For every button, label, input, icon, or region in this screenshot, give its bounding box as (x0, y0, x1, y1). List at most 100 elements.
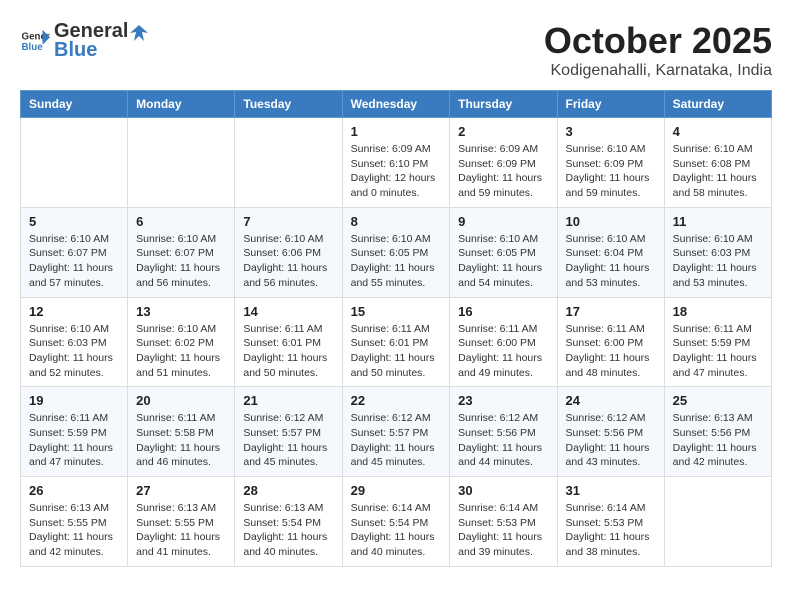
calendar-day-4: 4Sunrise: 6:10 AM Sunset: 6:08 PM Daylig… (664, 118, 771, 208)
day-info: Sunrise: 6:12 AM Sunset: 5:57 PM Dayligh… (243, 411, 333, 470)
calendar-day-28: 28Sunrise: 6:13 AM Sunset: 5:54 PM Dayli… (235, 477, 342, 567)
day-info: Sunrise: 6:12 AM Sunset: 5:57 PM Dayligh… (351, 411, 442, 470)
day-info: Sunrise: 6:13 AM Sunset: 5:55 PM Dayligh… (29, 501, 119, 560)
day-info: Sunrise: 6:11 AM Sunset: 6:00 PM Dayligh… (566, 322, 656, 381)
calendar-day-10: 10 Sunrise: 6:10 AM Sunset: 6:04 PM Dayli… (557, 207, 664, 297)
month-title: October 2025 (544, 20, 772, 62)
day-info: Sunrise: 6:10 AM Sunset: 6:05 PM Dayligh… (458, 232, 548, 291)
day-number: 27 (136, 483, 226, 498)
weekday-header-tuesday: Tuesday (235, 91, 342, 118)
calendar-day-11: 11 Sunrise: 6:10 AM Sunset: 6:03 PM Dayli… (664, 207, 771, 297)
calendar-day-5: 5 Sunrise: 6:10 AM Sunset: 6:07 PM Daylig… (21, 207, 128, 297)
day-info: Sunrise: 6:10 AM Sunset: 6:04 PM Dayligh… (566, 232, 656, 291)
weekday-header-saturday: Saturday (664, 91, 771, 118)
calendar-day-12: 12 Sunrise: 6:10 AM Sunset: 6:03 PM Dayli… (21, 297, 128, 387)
calendar-week-row: 12 Sunrise: 6:10 AM Sunset: 6:03 PM Dayli… (21, 297, 772, 387)
calendar-day-3: 3 Sunrise: 6:10 AM Sunset: 6:09 PM Daylig… (557, 118, 664, 208)
calendar-day-2: 2 Sunrise: 6:09 AM Sunset: 6:09 PM Daylig… (450, 118, 557, 208)
day-info: Sunrise: 6:10 AM Sunset: 6:03 PM Dayligh… (673, 232, 763, 291)
calendar-day-29: 29 Sunrise: 6:14 AM Sunset: 5:54 PM Dayli… (342, 477, 450, 567)
day-number: 23 (458, 393, 548, 408)
day-info: Sunrise: 6:11 AM Sunset: 5:59 PM Dayligh… (29, 411, 119, 470)
day-info: Sunrise: 6:14 AM Sunset: 5:53 PM Dayligh… (458, 501, 548, 560)
day-info: Sunrise: 6:10 AM Sunset: 6:06 PM Dayligh… (243, 232, 333, 291)
day-number: 31 (566, 483, 656, 498)
day-info: Sunrise: 6:10 AM Sunset: 6:07 PM Dayligh… (136, 232, 226, 291)
calendar-week-row: 26 Sunrise: 6:13 AM Sunset: 5:55 PM Dayli… (21, 477, 772, 567)
calendar-day-14: 14Sunrise: 6:11 AM Sunset: 6:01 PM Dayli… (235, 297, 342, 387)
calendar-day-27: 27 Sunrise: 6:13 AM Sunset: 5:55 PM Dayli… (128, 477, 235, 567)
day-number: 28 (243, 483, 333, 498)
day-number: 26 (29, 483, 119, 498)
calendar-day-6: 6Sunrise: 6:10 AM Sunset: 6:07 PM Daylig… (128, 207, 235, 297)
day-number: 22 (351, 393, 442, 408)
calendar-day-23: 23 Sunrise: 6:12 AM Sunset: 5:56 PM Dayli… (450, 387, 557, 477)
day-info: Sunrise: 6:11 AM Sunset: 6:00 PM Dayligh… (458, 322, 548, 381)
day-number: 17 (566, 304, 656, 319)
day-info: Sunrise: 6:10 AM Sunset: 6:07 PM Dayligh… (29, 232, 119, 291)
day-number: 11 (673, 214, 763, 229)
calendar-week-row: 5 Sunrise: 6:10 AM Sunset: 6:07 PM Daylig… (21, 207, 772, 297)
weekday-header-sunday: Sunday (21, 91, 128, 118)
day-number: 30 (458, 483, 548, 498)
day-info: Sunrise: 6:12 AM Sunset: 5:56 PM Dayligh… (566, 411, 656, 470)
day-number: 8 (351, 214, 442, 229)
day-info: Sunrise: 6:09 AM Sunset: 6:09 PM Dayligh… (458, 142, 548, 201)
subtitle: Kodigenahalli, Karnataka, India (544, 62, 772, 80)
calendar-day-30: 30 Sunrise: 6:14 AM Sunset: 5:53 PM Dayli… (450, 477, 557, 567)
day-number: 24 (566, 393, 656, 408)
day-info: Sunrise: 6:11 AM Sunset: 5:58 PM Dayligh… (136, 411, 226, 470)
calendar-day-21: 21 Sunrise: 6:12 AM Sunset: 5:57 PM Dayli… (235, 387, 342, 477)
day-info: Sunrise: 6:10 AM Sunset: 6:03 PM Dayligh… (29, 322, 119, 381)
calendar-day-1: 1Sunrise: 6:09 AM Sunset: 6:10 PM Daylig… (342, 118, 450, 208)
calendar: SundayMondayTuesdayWednesdayThursdayFrid… (20, 90, 772, 567)
logo-icon: General Blue (20, 26, 50, 56)
weekday-header-wednesday: Wednesday (342, 91, 450, 118)
calendar-day-15: 15 Sunrise: 6:11 AM Sunset: 6:01 PM Dayli… (342, 297, 450, 387)
day-number: 2 (458, 124, 548, 139)
day-info: Sunrise: 6:14 AM Sunset: 5:54 PM Dayligh… (351, 501, 442, 560)
day-number: 29 (351, 483, 442, 498)
day-info: Sunrise: 6:10 AM Sunset: 6:09 PM Dayligh… (566, 142, 656, 201)
calendar-empty-cell (664, 477, 771, 567)
calendar-day-31: 31 Sunrise: 6:14 AM Sunset: 5:53 PM Dayli… (557, 477, 664, 567)
logo: General Blue General Blue (20, 20, 148, 62)
calendar-day-22: 22 Sunrise: 6:12 AM Sunset: 5:57 PM Dayli… (342, 387, 450, 477)
calendar-day-18: 18Sunrise: 6:11 AM Sunset: 5:59 PM Dayli… (664, 297, 771, 387)
day-number: 15 (351, 304, 442, 319)
day-info: Sunrise: 6:14 AM Sunset: 5:53 PM Dayligh… (566, 501, 656, 560)
day-number: 19 (29, 393, 119, 408)
day-info: Sunrise: 6:12 AM Sunset: 5:56 PM Dayligh… (458, 411, 548, 470)
day-info: Sunrise: 6:11 AM Sunset: 6:01 PM Dayligh… (351, 322, 442, 381)
day-number: 10 (566, 214, 656, 229)
day-number: 21 (243, 393, 333, 408)
calendar-day-17: 17 Sunrise: 6:11 AM Sunset: 6:00 PM Dayli… (557, 297, 664, 387)
day-number: 16 (458, 304, 548, 319)
day-info: Sunrise: 6:13 AM Sunset: 5:55 PM Dayligh… (136, 501, 226, 560)
calendar-day-13: 13Sunrise: 6:10 AM Sunset: 6:02 PM Dayli… (128, 297, 235, 387)
svg-text:Blue: Blue (22, 42, 44, 53)
day-info: Sunrise: 6:13 AM Sunset: 5:56 PM Dayligh… (673, 411, 763, 470)
calendar-empty-cell (21, 118, 128, 208)
logo-bird-icon (130, 23, 148, 41)
day-number: 12 (29, 304, 119, 319)
day-number: 9 (458, 214, 548, 229)
day-number: 5 (29, 214, 119, 229)
calendar-week-row: 19 Sunrise: 6:11 AM Sunset: 5:59 PM Dayli… (21, 387, 772, 477)
calendar-day-24: 24 Sunrise: 6:12 AM Sunset: 5:56 PM Dayli… (557, 387, 664, 477)
day-number: 14 (243, 304, 333, 319)
day-number: 7 (243, 214, 333, 229)
calendar-day-7: 7 Sunrise: 6:10 AM Sunset: 6:06 PM Daylig… (235, 207, 342, 297)
day-number: 1 (351, 124, 442, 139)
title-area: October 2025 Kodigenahalli, Karnataka, I… (544, 20, 772, 80)
calendar-day-25: 25 Sunrise: 6:13 AM Sunset: 5:56 PM Dayli… (664, 387, 771, 477)
day-number: 3 (566, 124, 656, 139)
calendar-week-row: 1Sunrise: 6:09 AM Sunset: 6:10 PM Daylig… (21, 118, 772, 208)
day-number: 25 (673, 393, 763, 408)
calendar-day-19: 19 Sunrise: 6:11 AM Sunset: 5:59 PM Dayli… (21, 387, 128, 477)
calendar-day-9: 9 Sunrise: 6:10 AM Sunset: 6:05 PM Daylig… (450, 207, 557, 297)
calendar-day-26: 26 Sunrise: 6:13 AM Sunset: 5:55 PM Dayli… (21, 477, 128, 567)
weekday-header-thursday: Thursday (450, 91, 557, 118)
calendar-day-8: 8Sunrise: 6:10 AM Sunset: 6:05 PM Daylig… (342, 207, 450, 297)
day-number: 18 (673, 304, 763, 319)
